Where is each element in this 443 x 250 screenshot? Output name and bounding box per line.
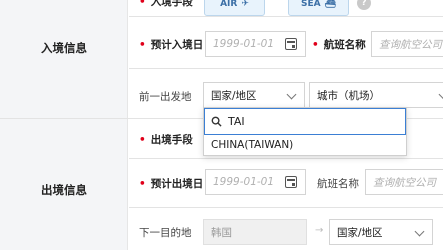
exit-flight-label: 航班名称 <box>317 178 359 190</box>
calendar-icon[interactable] <box>285 176 297 188</box>
arrow-right-icon: → <box>315 225 324 236</box>
entry-mode-row: • 入境手段 AIR ✈ SEA ⛴ ? <box>129 0 443 16</box>
next-destination-label: 下一目的地 <box>139 227 192 239</box>
exit-flight-input[interactable]: 查询航空公司 <box>365 169 443 195</box>
prev-departure-city-select[interactable]: 城市（机场） <box>309 82 443 108</box>
calendar-icon[interactable] <box>285 38 297 50</box>
air-mode-label: AIR <box>220 0 238 9</box>
section-label-column <box>0 0 128 250</box>
entry-date-row: • 预计入境日 1999-01-01 • 航班名称 查询航空公司 <box>129 16 443 68</box>
sea-mode-button[interactable]: SEA ⛴ <box>288 0 349 16</box>
country-search-input[interactable]: TAI <box>204 108 406 135</box>
air-mode-button[interactable]: AIR ✈ <box>204 0 265 16</box>
entry-date-input[interactable]: 1999-01-01 <box>205 31 306 57</box>
exit-date-row: • 预计出境日 1999-01-01 航班名称 查询航空公司 <box>129 158 443 207</box>
search-icon <box>211 116 222 127</box>
entry-section-title: 入境信息 <box>41 41 87 55</box>
prev-departure-label: 前一出发地 <box>139 91 192 103</box>
entry-flight-input[interactable]: 查询航空公司 <box>371 31 443 57</box>
prev-departure-country-select[interactable]: 国家/地区 <box>203 82 305 108</box>
chevron-down-icon <box>414 226 425 237</box>
next-destination-row: 下一目的地 韩国 → 国家/地区 <box>129 207 443 250</box>
entry-date-label: 预计入境日 <box>150 39 204 51</box>
exit-section-title: 出境信息 <box>41 183 87 197</box>
exit-mode-label: 出境手段 <box>150 134 193 146</box>
next-destination-from-field: 韩国 <box>203 219 307 245</box>
exit-date-input[interactable]: 1999-01-01 <box>205 169 306 195</box>
airplane-icon: ✈ <box>241 0 249 9</box>
country-option[interactable]: CHINA(TAIWAN) <box>204 135 406 155</box>
chevron-down-icon <box>286 89 297 100</box>
sea-mode-label: SEA <box>300 0 321 9</box>
help-icon[interactable]: ? <box>357 0 371 10</box>
next-destination-country-select[interactable]: 国家/地区 <box>329 219 433 245</box>
ship-icon: ⛴ <box>324 0 337 9</box>
country-dropdown-menu: TAI CHINA(TAIWAN) <box>203 107 407 156</box>
entry-mode-label: 入境手段 <box>150 0 193 8</box>
chevron-down-icon <box>438 89 443 100</box>
entry-flight-label: 航班名称 <box>323 39 366 51</box>
exit-date-label: 预计出境日 <box>150 178 204 190</box>
